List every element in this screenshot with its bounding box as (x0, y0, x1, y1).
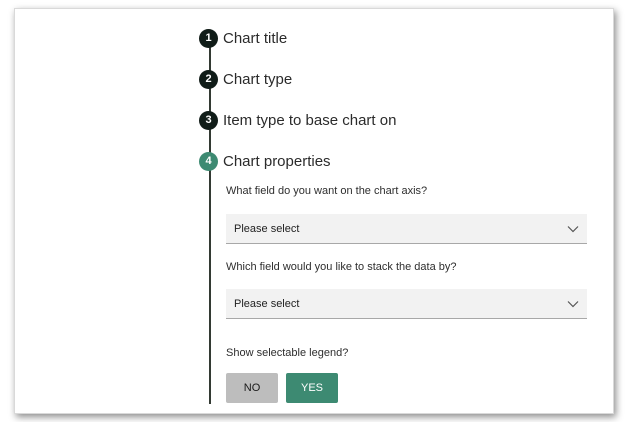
step-chart-type[interactable]: 2 Chart type (199, 68, 292, 90)
step-chart-properties[interactable]: 4 Chart properties (199, 150, 331, 172)
stack-field-label: Which field would you like to stack the … (226, 261, 457, 273)
step-title: Item type to base chart on (223, 111, 397, 129)
select-value: Please select (234, 222, 300, 235)
legend-yes-button[interactable]: YES (286, 373, 338, 403)
step-title: Chart type (223, 70, 293, 88)
step-number-badge-active: 4 (199, 151, 218, 171)
stack-field-select[interactable]: Please select (226, 289, 587, 319)
axis-field-label: What field do you want on the chart axis… (226, 185, 428, 197)
step-chart-title[interactable]: 1 Chart title (199, 27, 287, 49)
step-title: Chart properties (223, 152, 331, 170)
legend-no-button[interactable]: NO (226, 373, 278, 403)
chevron-down-icon (567, 300, 579, 307)
step-number-badge: 3 (199, 110, 218, 130)
step-title: Chart title (223, 29, 288, 47)
select-value: Please select (234, 297, 300, 310)
axis-field-select[interactable]: Please select (226, 214, 587, 244)
step-timeline (209, 38, 211, 404)
chevron-down-icon (567, 225, 579, 232)
legend-toggle-label: Show selectable legend? (226, 347, 349, 359)
step-number-badge: 2 (199, 69, 218, 89)
step-number-badge: 1 (199, 28, 218, 48)
step-item-type[interactable]: 3 Item type to base chart on (199, 109, 396, 131)
